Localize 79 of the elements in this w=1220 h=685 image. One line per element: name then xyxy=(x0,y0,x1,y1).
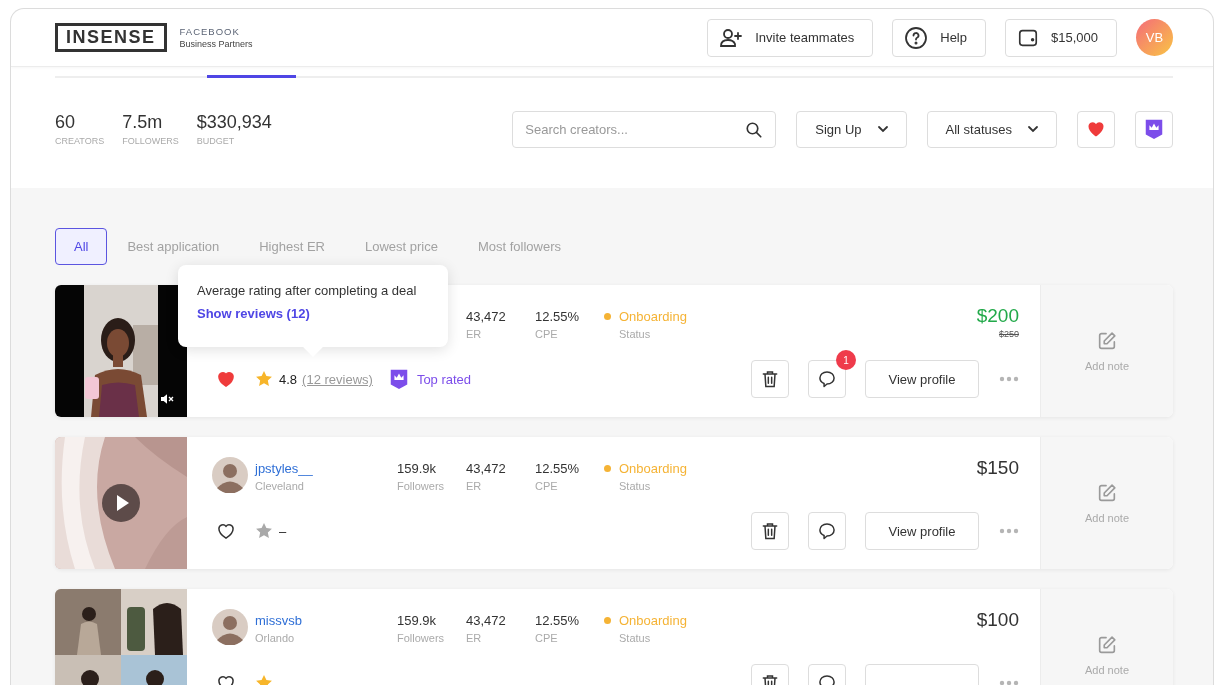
partner-title: FACEBOOK xyxy=(179,26,241,37)
view-profile-button[interactable]: View profile xyxy=(865,360,979,398)
creator-name[interactable]: missvsb xyxy=(255,613,397,628)
cpe-label: CPE xyxy=(535,632,559,644)
price: $100 xyxy=(976,609,1019,631)
status-value: Onboarding xyxy=(619,613,687,628)
cpe-label: CPE xyxy=(535,328,559,340)
rating-value: – xyxy=(279,523,287,539)
partner-subtitle: Business Partners xyxy=(179,39,253,49)
help-button[interactable]: Help xyxy=(892,18,986,57)
creator-avatar[interactable] xyxy=(212,609,248,645)
er-value: 43,472 xyxy=(466,613,507,628)
stat-value: $330,934 xyxy=(196,112,272,133)
followers-value: 159.9k xyxy=(397,461,438,476)
crown-badge-icon xyxy=(1143,118,1165,140)
edit-icon xyxy=(1096,330,1118,352)
creator-location: Cleveland xyxy=(255,480,305,492)
er-value: 43,472 xyxy=(466,461,507,476)
status-label: Status xyxy=(619,480,652,492)
view-profile-button[interactable]: View profile xyxy=(865,512,979,550)
play-icon[interactable] xyxy=(102,484,140,522)
followers-value: 159.9k xyxy=(397,613,438,628)
er-value: 43,472 xyxy=(466,309,507,324)
trash-icon xyxy=(760,369,780,389)
cpe-value: 12.55% xyxy=(535,461,581,476)
rating-value: 4.8 xyxy=(279,371,298,387)
er-label: ER xyxy=(466,632,483,644)
top-rated-label: Top rated xyxy=(416,371,472,387)
price: $150 xyxy=(976,457,1019,479)
price: $200 xyxy=(976,305,1019,327)
edit-icon xyxy=(1096,634,1118,656)
chat-icon xyxy=(817,369,837,389)
logo: INSENSE xyxy=(55,23,167,52)
stat-value: 60 xyxy=(55,112,77,133)
followers-label: Followers xyxy=(397,632,446,644)
creator-avatar[interactable] xyxy=(212,457,248,493)
stat-label: BUDGET xyxy=(196,136,236,146)
chat-icon xyxy=(817,521,837,541)
search-icon xyxy=(745,120,764,139)
help-icon xyxy=(904,25,929,50)
heart-icon[interactable] xyxy=(216,521,236,541)
old-price: $250 xyxy=(998,329,1019,339)
filter-dropdown[interactable]: Sign Up xyxy=(796,110,907,148)
search-field[interactable]: Search creators... xyxy=(512,110,777,148)
delete-button[interactable] xyxy=(751,512,789,550)
cpe-value: 12.55% xyxy=(535,309,581,324)
er-label: ER xyxy=(466,480,483,492)
creator-location: Orlando xyxy=(255,632,296,644)
delete-button[interactable] xyxy=(751,360,789,398)
cpe-label: CPE xyxy=(535,480,559,492)
status-value: Onboarding xyxy=(619,309,687,324)
reviews-link[interactable]: (12 reviews) xyxy=(302,371,373,387)
add-note-label: Add note xyxy=(1084,664,1129,676)
trash-icon xyxy=(760,521,780,541)
stat-value: 7.5m xyxy=(122,112,164,133)
favorites-filter-button[interactable] xyxy=(1077,110,1115,148)
heart-icon xyxy=(1086,119,1106,139)
status-label: Status xyxy=(619,632,652,644)
status-value: Onboarding xyxy=(619,461,687,476)
add-note-label: Add note xyxy=(1084,360,1129,372)
stat-label: CREATORS xyxy=(55,136,105,146)
top-rated-filter-button[interactable] xyxy=(1135,110,1173,148)
message-button[interactable] xyxy=(808,512,846,550)
followers-label: Followers xyxy=(397,480,446,492)
er-label: ER xyxy=(466,328,483,340)
creator-name[interactable]: jpstyles__ xyxy=(255,461,397,476)
cpe-value: 12.55% xyxy=(535,613,581,628)
add-note-label: Add note xyxy=(1084,512,1129,524)
tooltip-text: Average rating after completing a deal xyxy=(197,283,418,298)
stat-label: FOLLOWERS xyxy=(122,136,179,146)
status-label: Status xyxy=(619,328,652,340)
show-reviews-link[interactable]: Show reviews (12) xyxy=(197,306,438,321)
unread-count: 1 xyxy=(836,350,856,370)
edit-icon xyxy=(1096,482,1118,504)
filter-dropdown[interactable]: All statuses xyxy=(926,110,1057,148)
balance-button[interactable]: $15,000 xyxy=(1005,18,1117,57)
filter-chip[interactable]: All xyxy=(55,228,108,265)
invite-button[interactable]: Invite teammates xyxy=(707,18,874,57)
message-button[interactable] xyxy=(808,360,846,398)
